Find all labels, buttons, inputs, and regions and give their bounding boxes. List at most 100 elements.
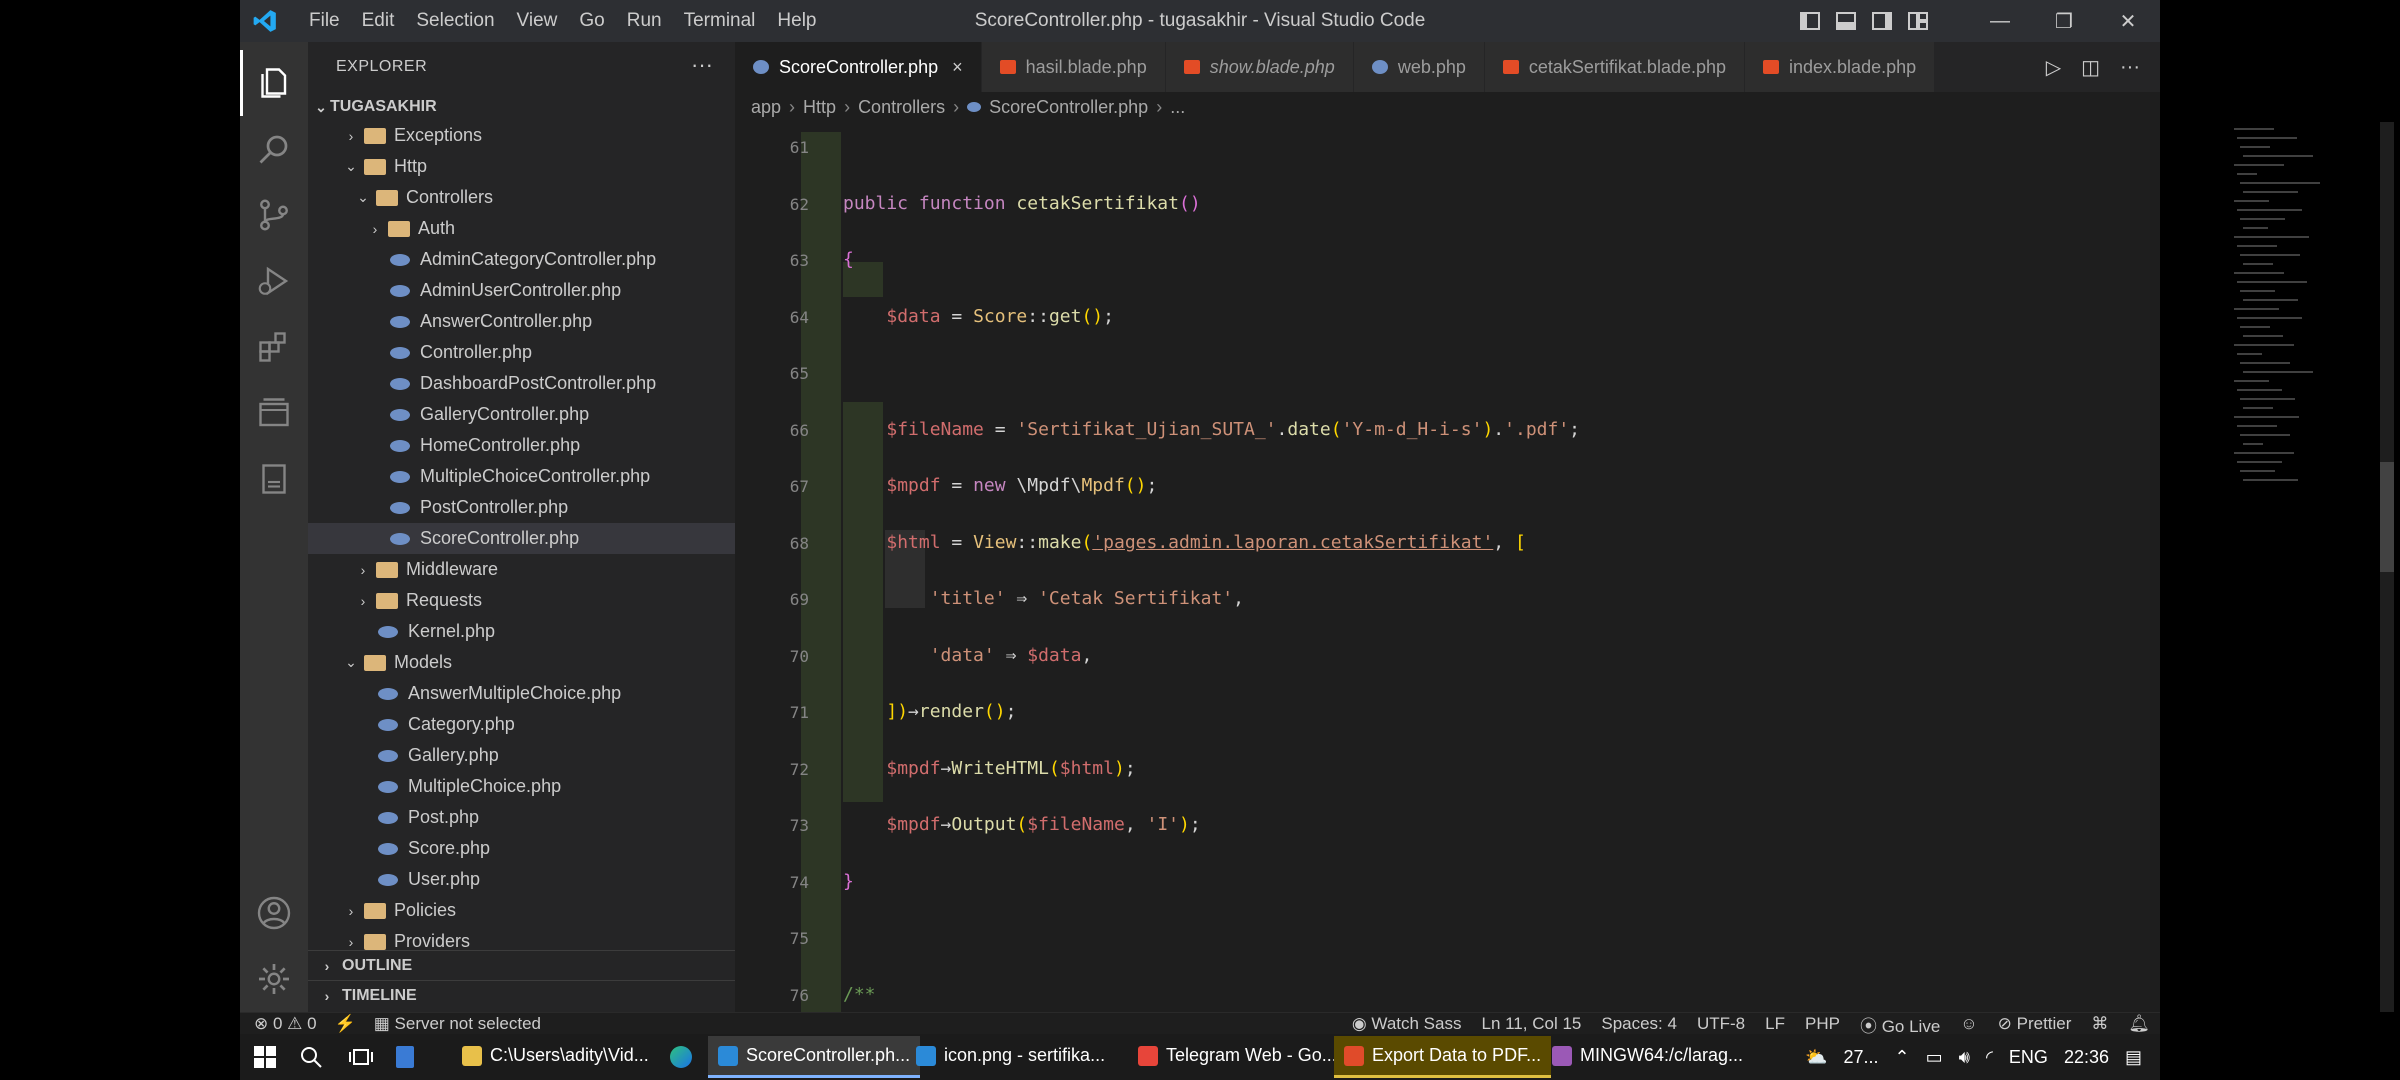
tree-file[interactable]: MultipleChoice.php (308, 771, 735, 802)
watch-sass-button[interactable]: ◉ Watch Sass (1352, 1014, 1462, 1034)
code-line[interactable]: ])→render(); (843, 701, 1016, 722)
settings-gear-icon[interactable] (240, 946, 308, 1012)
minimap[interactable] (2230, 122, 2380, 522)
remote-icon[interactable]: ⚡ (335, 1014, 356, 1034)
close-window-icon[interactable]: ✕ (2096, 0, 2160, 42)
tree-file[interactable]: GalleryController.php (308, 399, 735, 430)
more-actions-icon[interactable]: ··· (691, 52, 713, 78)
taskbar-app[interactable]: MINGW64:/c/larag... (1542, 1036, 1753, 1078)
prettier-button[interactable]: ⊘ Prettier (1998, 1014, 2072, 1034)
tree-folder[interactable]: › Exceptions (308, 120, 735, 151)
extensions-icon[interactable] (240, 314, 308, 380)
code-line[interactable]: 'data' ⇒ $data, (843, 645, 1093, 666)
chevron-up-icon[interactable]: ⌃ (1894, 1047, 1909, 1068)
tree-folder[interactable]: ⌄ Models (308, 647, 735, 678)
tree-folder[interactable]: › Middleware (308, 554, 735, 585)
end-of-line[interactable]: LF (1765, 1014, 1785, 1034)
code-line[interactable]: public function cetakSertifikat() (843, 193, 1201, 214)
tree-file[interactable]: Kernel.php (308, 616, 735, 647)
tree-file[interactable]: HomeController.php (308, 430, 735, 461)
tree-file[interactable]: Controller.php (308, 337, 735, 368)
customize-layout-icon[interactable] (1902, 6, 1934, 36)
menu-run[interactable]: Run (616, 10, 673, 32)
language-mode[interactable]: PHP (1805, 1014, 1840, 1034)
network-icon[interactable]: ▭ (1926, 1047, 1943, 1068)
scrollbar-thumb[interactable] (2380, 462, 2394, 572)
timeline-section[interactable]: › TIMELINE (308, 980, 735, 1010)
notifications-icon[interactable]: ▤ (2125, 1047, 2142, 1068)
notifications-bell-icon[interactable]: 🔔︎ (2128, 1014, 2150, 1034)
split-editor-icon[interactable]: ◫ (2081, 55, 2100, 80)
indentation[interactable]: Spaces: 4 (1601, 1014, 1677, 1034)
tab-show-blade[interactable]: show.blade.php (1165, 42, 1354, 92)
tab-cetak-sertifikat-blade[interactable]: cetakSertifikat.blade.php (1484, 42, 1746, 92)
encoding[interactable]: UTF-8 (1697, 1014, 1745, 1034)
tree-file[interactable]: DashboardPostController.php (308, 368, 735, 399)
code-line[interactable]: $mpdf = new \Mpdf\Mpdf(); (843, 475, 1157, 496)
menu-selection[interactable]: Selection (405, 10, 505, 32)
taskbar-app[interactable]: C:\Users\adity\Vid... (452, 1036, 659, 1078)
code-line[interactable]: 'title' ⇒ 'Cetak Sertifikat', (843, 588, 1244, 609)
bookmark-icon[interactable] (240, 446, 308, 512)
minimize-icon[interactable]: — (1968, 0, 2032, 42)
account-icon[interactable] (240, 880, 308, 946)
code-line[interactable]: /** (843, 984, 876, 1005)
tree-file[interactable]: Score.php (308, 833, 735, 864)
close-icon[interactable]: × (952, 57, 963, 78)
tree-file[interactable]: ScoreController.php (308, 523, 735, 554)
breadcrumb-item[interactable]: Http (803, 97, 836, 118)
remote-explorer-icon[interactable] (240, 380, 308, 446)
vscode-logo-icon[interactable] (252, 8, 278, 34)
windows-start-icon[interactable] (250, 1042, 280, 1072)
tree-file[interactable]: Post.php (308, 802, 735, 833)
restore-icon[interactable]: ❐ (2032, 0, 2096, 42)
tree-file[interactable]: PostController.php (308, 492, 735, 523)
code-line[interactable]: $html = View::make('pages.admin.laporan.… (843, 532, 1525, 553)
tree-folder[interactable]: › Policies (308, 895, 735, 926)
tree-file[interactable]: Category.php (308, 709, 735, 740)
taskbar-app[interactable]: Export Data to PDF... (1334, 1036, 1552, 1078)
taskbar-app[interactable]: Telegram Web - Go... (1128, 1036, 1347, 1078)
tab-index-blade[interactable]: index.blade.php (1745, 42, 1936, 92)
breadcrumb-item[interactable]: app (751, 97, 781, 118)
outline-section[interactable]: › OUTLINE (308, 950, 735, 980)
code-line[interactable]: $data = Score::get(); (843, 306, 1114, 327)
tree-folder[interactable]: › Auth (308, 213, 735, 244)
feedback-icon[interactable]: ⌘ (2091, 1014, 2108, 1034)
tree-file[interactable]: AdminUserController.php (308, 275, 735, 306)
source-control-icon[interactable] (240, 182, 308, 248)
toggle-panel-icon[interactable] (1830, 6, 1862, 36)
server-status[interactable]: ▦ Server not selected (374, 1014, 541, 1034)
problems-indicator[interactable]: ⊗ 0 ⚠ 0 (254, 1014, 317, 1034)
tree-folder[interactable]: ⌄ Controllers (308, 182, 735, 213)
run-debug-icon[interactable] (240, 248, 308, 314)
tab-score-controller[interactable]: ScoreController.php × (735, 42, 982, 92)
tab-hasil-blade[interactable]: hasil.blade.php (981, 42, 1166, 92)
tree-file[interactable]: AnswerMultipleChoice.php (308, 678, 735, 709)
search-icon[interactable] (296, 1042, 326, 1072)
code-line[interactable]: $mpdf→WriteHTML($html); (843, 758, 1135, 779)
code-editor[interactable]: 61 62 public function cetakSertifikat() 63 {… (735, 122, 2160, 1012)
code-line[interactable]: { (843, 249, 854, 270)
go-live-button[interactable]: ⦿ Go Live (1860, 1012, 1940, 1037)
tab-web-php[interactable]: web.php (1353, 42, 1485, 92)
tree-file[interactable]: MultipleChoiceController.php (308, 461, 735, 492)
project-folder[interactable]: ⌄ TUGASAKHIR (308, 94, 735, 120)
search-icon[interactable] (240, 116, 308, 182)
menu-go[interactable]: Go (568, 10, 615, 32)
code-line[interactable]: $fileName = 'Sertifikat_Ujian_SUTA_'.dat… (843, 419, 1580, 440)
code-line[interactable]: } (843, 871, 854, 892)
tree-folder[interactable]: › Requests (308, 585, 735, 616)
tree-file[interactable]: User.php (308, 864, 735, 895)
clock[interactable]: 22:36 (2064, 1047, 2109, 1068)
editor-scrollbar[interactable] (2380, 122, 2394, 1012)
tree-file[interactable]: Gallery.php (308, 740, 735, 771)
weather-icon[interactable]: ⛅ (1805, 1047, 1827, 1068)
menu-view[interactable]: View (506, 10, 569, 32)
menu-terminal[interactable]: Terminal (673, 10, 767, 32)
edge-browser-icon[interactable] (666, 1042, 696, 1072)
pinned-app-icon[interactable] (390, 1042, 420, 1072)
breadcrumb-item[interactable]: ... (1170, 97, 1185, 118)
input-language[interactable]: ENG (2009, 1047, 2048, 1068)
toggle-secondary-sidebar-icon[interactable] (1866, 6, 1898, 36)
